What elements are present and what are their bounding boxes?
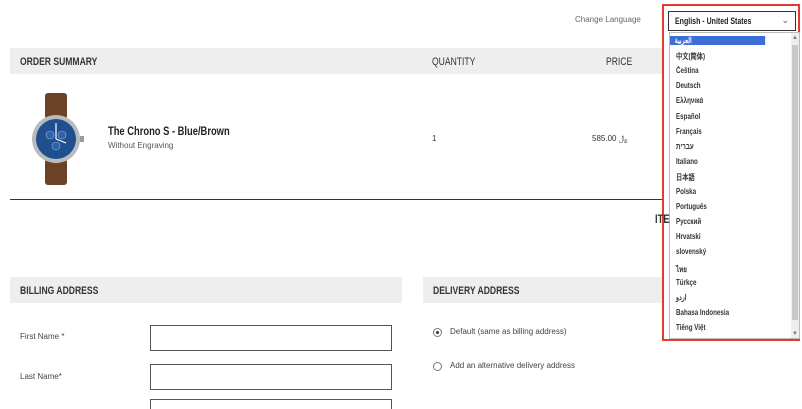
product-variant: Without Engraving xyxy=(108,141,174,150)
language-option[interactable]: Bahasa Indonesia xyxy=(676,308,729,317)
items-heading-partial: ITE xyxy=(655,212,670,226)
language-option[interactable]: Čeština xyxy=(676,66,699,75)
language-option[interactable]: Русский xyxy=(676,217,701,226)
language-option[interactable]: اردو xyxy=(676,293,687,302)
billing-address-title: BILLING ADDRESS xyxy=(20,285,99,297)
next-field-input[interactable] xyxy=(150,399,392,409)
language-option[interactable]: Español xyxy=(676,112,700,121)
order-summary-title: ORDER SUMMARY xyxy=(20,56,98,68)
language-option[interactable]: 中文(简体) xyxy=(676,51,705,62)
price-column-header: PRICE xyxy=(606,56,633,68)
scrollbar-thumb[interactable] xyxy=(792,45,798,320)
language-list-scrollbar[interactable]: ▲ ▼ xyxy=(791,33,799,338)
language-option[interactable]: Português xyxy=(676,202,707,211)
delivery-default-label[interactable]: Default (same as billing address) xyxy=(450,327,567,336)
last-name-label-text: Last Name xyxy=(20,372,59,381)
order-summary-header xyxy=(10,48,662,74)
language-options-list[interactable]: العربية 中文(简体) Čeština Deutsch Ελληνικά Españ… xyxy=(669,32,800,339)
language-option[interactable]: Hrvatski xyxy=(676,232,701,241)
product-name: The Chrono S - Blue/Brown xyxy=(108,124,230,138)
language-option[interactable]: Italiano xyxy=(676,157,698,166)
language-option[interactable]: Deutsch xyxy=(676,81,701,90)
delivery-alternative-label[interactable]: Add an alternative delivery address xyxy=(450,361,575,370)
language-selected-value: English - United States xyxy=(675,16,752,26)
language-select[interactable]: English - United States ⌄ xyxy=(668,11,796,31)
quantity-column-header: QUANTITY xyxy=(432,56,476,68)
order-divider xyxy=(10,199,662,200)
delivery-address-title: DELIVERY ADDRESS xyxy=(433,285,520,297)
billing-address-header: BILLING ADDRESS xyxy=(10,277,402,303)
language-option[interactable]: 日本語 xyxy=(676,172,695,183)
language-option[interactable]: Français xyxy=(676,127,702,136)
language-option[interactable]: العربية xyxy=(670,36,766,45)
required-mark: * xyxy=(61,332,65,341)
scroll-down-icon[interactable]: ▼ xyxy=(792,331,798,337)
watch-product-image xyxy=(32,93,84,185)
change-language-label: Change Language xyxy=(575,15,641,24)
required-mark: * xyxy=(58,372,62,381)
product-quantity: 1 xyxy=(432,134,437,143)
language-option[interactable]: ไทย xyxy=(676,263,687,276)
language-option[interactable]: Polska xyxy=(676,187,696,196)
language-option[interactable]: Ελληνικά xyxy=(676,96,703,105)
last-name-label: Last Name* xyxy=(20,372,62,381)
language-option[interactable]: Türkçe xyxy=(676,278,696,287)
language-option[interactable]: עברית xyxy=(676,142,694,151)
delivery-default-radio[interactable] xyxy=(433,328,442,337)
product-price: ﷼ 585.00 xyxy=(592,134,628,143)
last-name-input[interactable] xyxy=(150,364,392,390)
first-name-input[interactable] xyxy=(150,325,392,351)
first-name-label: First Name * xyxy=(20,332,64,341)
chevron-down-icon: ⌄ xyxy=(781,15,789,25)
language-option[interactable]: Tiếng Việt xyxy=(676,323,706,332)
delivery-alternative-radio[interactable] xyxy=(433,362,442,371)
scroll-up-icon[interactable]: ▲ xyxy=(792,35,798,41)
delivery-address-header: DELIVERY ADDRESS xyxy=(423,277,662,303)
language-option[interactable]: slovenský xyxy=(676,247,706,256)
first-name-label-text: First Name xyxy=(20,332,60,341)
